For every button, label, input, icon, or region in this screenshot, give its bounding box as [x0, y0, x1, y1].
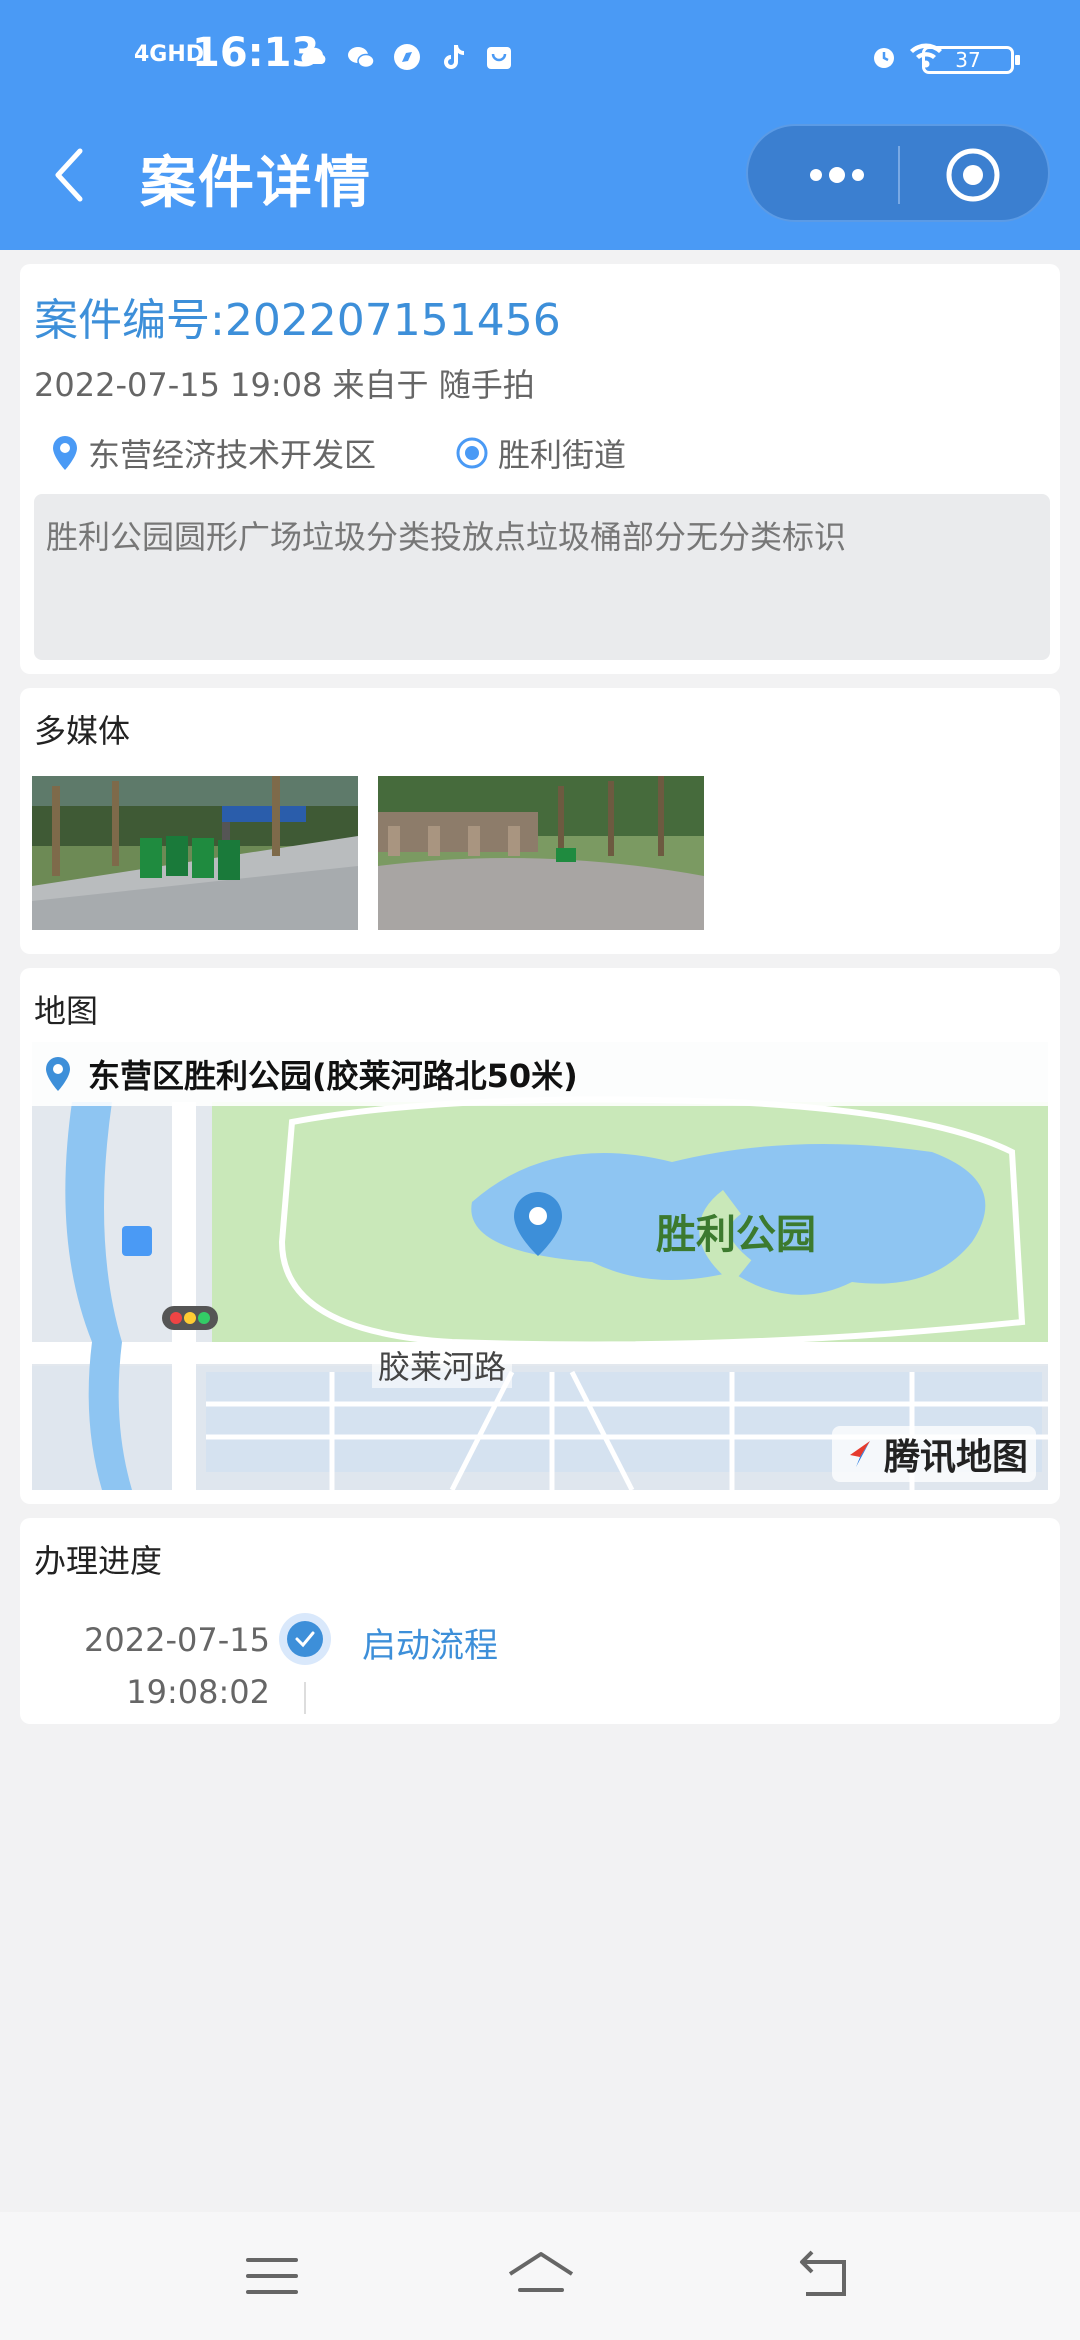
wechat-icon	[348, 47, 375, 69]
more-icon[interactable]	[792, 146, 882, 204]
location-pin-icon	[46, 1057, 70, 1091]
header-bar: 4GHD 16:13 37 案件详情	[0, 0, 1080, 250]
map-canvas	[32, 1042, 1048, 1490]
case-number: 案件编号:202207151456	[34, 295, 561, 346]
map-view[interactable]: 东营区胜利公园(胶莱河路北50米) 胜利公园 胶莱河路 腾讯地图	[32, 1042, 1048, 1490]
progress-title: 办理进度	[34, 1542, 163, 1580]
map-card: 地图 东营区胜利公园(胶莱河路北50米) 胜利公园 胶莱河路 腾讯地图	[20, 968, 1060, 1504]
system-nav-bar	[0, 2212, 1080, 2340]
close-target-icon[interactable]	[944, 146, 1002, 204]
map-logo-icon	[849, 1441, 870, 1467]
timeline-line	[304, 1682, 306, 1714]
map-address-bar: 东营区胜利公园(胶莱河路北50米)	[32, 1042, 1048, 1106]
progress-card: 办理进度 2022-07-15 19:08:02 启动流程	[20, 1518, 1060, 1724]
street-label: 胜利街道	[498, 436, 627, 474]
shopping-icon	[487, 47, 511, 69]
case-info-card: 案件编号:202207151456 2022-07-15 19:08 来自于 随…	[20, 264, 1060, 674]
map-logo-text: 腾讯地图	[883, 1437, 1028, 1478]
back-icon[interactable]	[794, 2248, 854, 2304]
media-card: 多媒体	[20, 688, 1060, 954]
back-arrow-icon[interactable]	[46, 145, 96, 205]
check-circle-icon	[279, 1613, 331, 1665]
location-pin-icon	[53, 436, 77, 470]
media-thumbnail[interactable]	[378, 776, 704, 930]
compass-app-icon	[394, 44, 420, 70]
locate-target-icon	[456, 437, 488, 469]
tencent-map-logo: 腾讯地图	[831, 1426, 1036, 1482]
district-tag: 东营经济技术开发区	[50, 430, 376, 476]
page-title: 案件详情	[140, 151, 372, 216]
map-address: 东营区胜利公园(胶莱河路北50米)	[88, 1057, 578, 1095]
status-bar: 4GHD 16:13 37	[0, 30, 1080, 90]
home-icon[interactable]	[506, 2248, 576, 2304]
capsule-divider	[898, 146, 900, 204]
district-label: 东营经济技术开发区	[88, 436, 377, 474]
case-meta: 2022-07-15 19:08 来自于 随手拍	[34, 366, 535, 404]
mini-program-capsule	[746, 124, 1050, 222]
map-title: 地图	[34, 992, 99, 1030]
photo-park-plaza	[378, 776, 704, 930]
road-label: 胶莱河路	[372, 1342, 513, 1388]
progress-step-time: 2022-07-15 19:08:02	[60, 1614, 270, 1718]
battery-indicator: 37	[922, 46, 1020, 74]
progress-step-label: 启动流程	[362, 1626, 498, 1666]
menu-icon[interactable]	[242, 2248, 302, 2304]
alarm-icon	[874, 48, 894, 68]
case-description: 胜利公园圆形广场垃圾分类投放点垃圾桶部分无分类标识	[34, 494, 1050, 660]
progress-date: 2022-07-15	[84, 1621, 270, 1659]
tiktok-icon	[444, 45, 464, 69]
photo-trash-bins	[32, 776, 358, 930]
park-label: 胜利公园	[656, 1212, 816, 1258]
media-thumbnail[interactable]	[32, 776, 358, 930]
nav-bar: 案件详情	[0, 120, 1080, 230]
street-tag: 胜利街道	[454, 430, 626, 476]
cloud-icon	[301, 47, 326, 64]
progress-time: 19:08:02	[126, 1673, 270, 1711]
media-title: 多媒体	[34, 712, 131, 750]
